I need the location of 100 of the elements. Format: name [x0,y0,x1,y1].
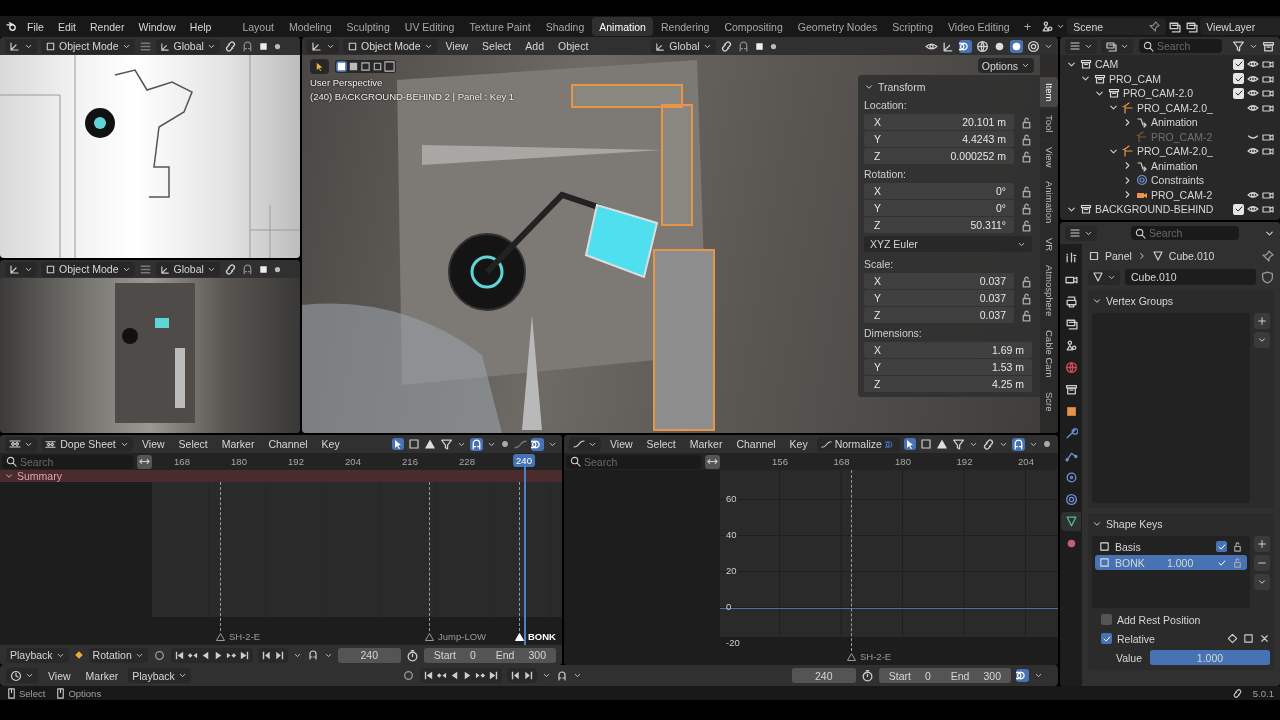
workspace-tab[interactable]: Compositing [717,17,790,36]
mode-dropdown[interactable]: Object Mode [41,261,135,277]
name-field[interactable]: Cube.010 [1125,269,1256,285]
menu-item[interactable]: Render [84,18,131,35]
menu-item[interactable]: Select [641,437,681,451]
start-frame-field[interactable]: Start 0 [878,668,941,683]
menu-item[interactable]: Object [553,39,594,53]
menu-item[interactable]: Help [183,18,218,35]
playback-dropdown[interactable]: Playback [6,647,69,663]
number-field[interactable]: Y 0° [864,200,1014,216]
search-field[interactable]: Search [1139,39,1222,53]
menu-item[interactable]: Channel [731,437,781,451]
number-field[interactable]: Y 1.53 m [864,359,1032,375]
workspace-tab[interactable]: Sculpting [339,17,397,36]
current-frame-field[interactable]: 240 [791,668,856,683]
shape-key-item[interactable]: Basis [1095,539,1247,554]
workspace-tab[interactable]: UV Editing [397,17,462,36]
number-field[interactable]: X 20.101 m [864,114,1014,130]
menu-dropdown[interactable]: Playback [128,668,191,683]
menu-item[interactable]: View [43,668,76,683]
workspace-tab[interactable]: Layout [235,17,281,36]
outliner-item[interactable]: PRO_CAM-2 [1060,187,1280,202]
menu-item[interactable]: Channel [263,437,313,451]
mode-dropdown[interactable]: Object Mode [41,38,135,54]
orientation-dropdown[interactable]: Global [155,38,220,54]
frame-number: 192 [956,456,973,467]
search-field[interactable]: Search [566,454,701,469]
menu-item[interactable]: Key [316,437,345,451]
keying-set-dropdown[interactable]: Rotation [88,647,148,663]
end-frame-field[interactable]: End 300 [940,668,1011,683]
view-layer-field[interactable]: ViewLayer [1200,18,1280,35]
number-field[interactable]: X 0° [864,183,1014,199]
value-label: 60 [726,493,737,504]
field-label: Rotation: [864,168,907,180]
options-dropdown[interactable]: Options [977,58,1034,73]
mode-dropdown[interactable]: Dope Sheet [41,436,133,452]
summary-channel[interactable]: Summary [0,470,562,482]
outliner-item[interactable]: Animation [1060,115,1280,130]
workspace-tab[interactable]: Geometry Nodes [790,17,885,36]
frame-number: 216 [402,456,418,467]
menu-item[interactable]: Edit [51,18,82,35]
end-frame-field[interactable]: End 300 [485,647,556,663]
workspace-tab[interactable]: Rendering [653,17,717,36]
workspace-tab[interactable]: Modeling [281,17,339,36]
normalize-toggle[interactable]: Normalize [816,436,900,452]
workspace-tab[interactable]: Shading [538,17,592,36]
number-field[interactable]: Z 50.311° [864,217,1014,233]
marker-label: BONK [528,631,556,642]
outliner-item[interactable]: CAM [1060,57,1280,72]
outliner-item[interactable]: PRO_CAM-2.0 [1060,86,1280,101]
orientation-dropdown[interactable]: Global [651,38,716,54]
workspace-tab[interactable]: Texture Paint [462,17,538,36]
value-slider[interactable]: 1.000 [1150,650,1270,665]
outliner-item[interactable]: PRO_CAM-2.0_ [1060,144,1280,159]
number-field[interactable]: Z 0.000252 m [864,148,1014,164]
mode-dropdown[interactable]: Object Mode [343,38,437,54]
orientation-dropdown[interactable]: Global [155,261,220,277]
menu-item[interactable]: View [605,437,638,451]
add-workspace-button[interactable]: + [1017,17,1038,36]
outliner-item[interactable]: PRO_CAM [1060,71,1280,86]
sidebar-tab[interactable]: Item [1040,77,1058,108]
outliner-item[interactable]: BACKGROUND-BEHIND [1060,202,1280,217]
menu-item[interactable]: Marker [216,437,260,451]
panel-title: Transform [878,81,926,93]
number-field[interactable]: Y 0.037 [864,290,1014,306]
number-field[interactable]: X 0.037 [864,273,1014,289]
outliner-item[interactable]: PRO_CAM-2.0_ [1060,100,1280,115]
menu-item[interactable]: File [21,18,50,35]
outliner-item[interactable]: Animation [1060,158,1280,173]
menu-item[interactable]: Select [173,437,213,451]
outliner-item[interactable]: Constraints [1060,173,1280,188]
menu-item[interactable]: View [137,437,170,451]
start-frame-field[interactable]: Start 0 [423,647,486,663]
number-field[interactable]: Y 4.4243 m [864,131,1014,147]
search-field[interactable]: Search [2,454,133,469]
number-field[interactable]: Z 4.25 m [864,376,1032,392]
menu-item[interactable]: Select [477,39,517,53]
menu-item[interactable]: View [440,39,474,53]
scene-field[interactable]: Scene [1067,18,1167,35]
current-frame-field[interactable]: 240 [337,647,401,663]
version-text: 5.0.1 [1252,687,1274,699]
workspace-tab[interactable]: Scripting [885,17,940,36]
checkbox-label: Relative [1117,632,1155,645]
frame-number: 180 [895,456,911,467]
search-field[interactable]: Search [1131,226,1239,240]
workspace-tab[interactable]: Video Editing [941,17,1017,36]
shape-key-item[interactable]: BONK 1.000 [1095,555,1247,570]
workspace-tab[interactable]: Animation [592,17,653,36]
rotation-mode-dropdown[interactable]: XYZ Euler [864,236,1032,252]
menu-item[interactable]: Marker [684,437,728,451]
number-field[interactable]: X 1.69 m [864,342,1032,358]
current-frame-indicator[interactable]: 240 [513,454,535,467]
breadcrumb-item[interactable]: Panel [1105,250,1132,262]
frame-number: 204 [1018,456,1034,467]
breadcrumb-item[interactable]: Cube.010 [1168,250,1215,262]
menu-item[interactable]: Key [784,437,813,451]
menu-item[interactable]: Window [132,18,182,35]
number-field[interactable]: Z 0.037 [864,307,1014,323]
menu-item[interactable]: Marker [80,668,124,683]
menu-item[interactable]: Add [520,39,549,53]
